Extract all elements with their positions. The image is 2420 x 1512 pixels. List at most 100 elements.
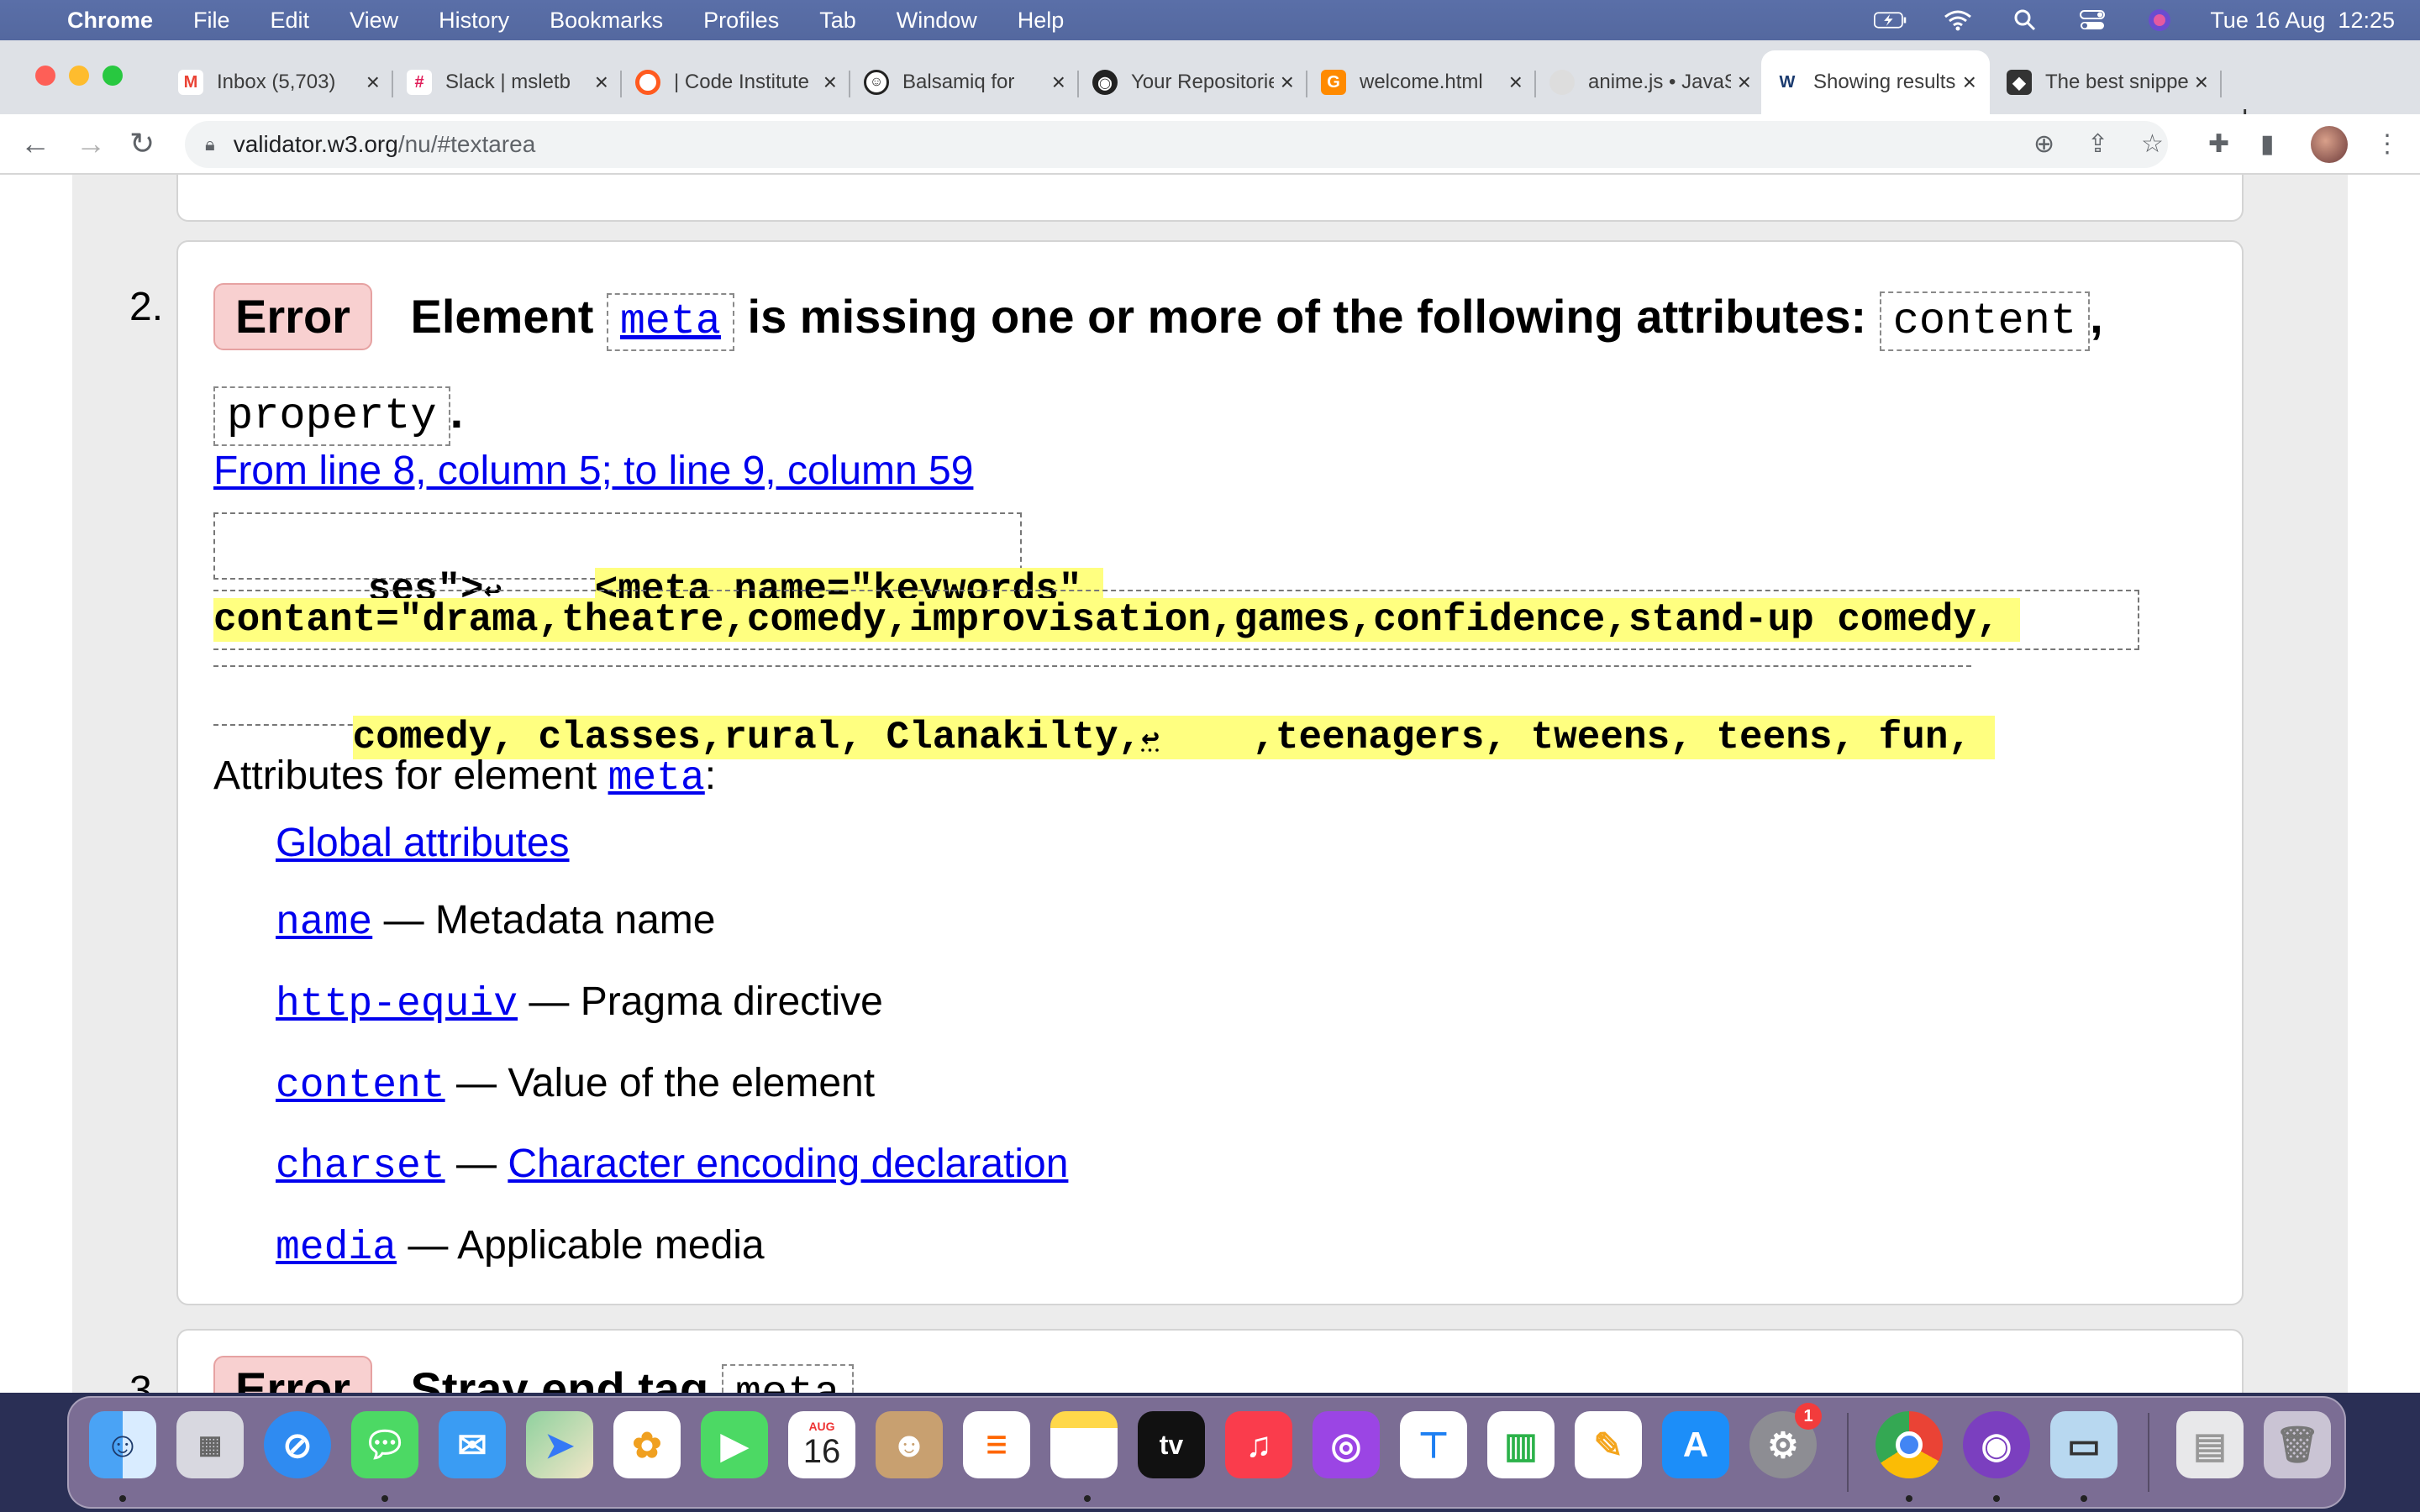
message-number: 3. [129,1368,164,1393]
forward-arrow-icon[interactable]: → [76,126,106,161]
zoom-window-button[interactable] [103,66,123,86]
global-attributes-link[interactable]: Global attributes [276,820,570,866]
close-tab-icon[interactable]: × [823,69,837,96]
tab-github[interactable]: ◉ Your Repositories × [1079,50,1307,114]
github-desktop-icon[interactable]: ◉ [1963,1411,2030,1478]
menu-bookmarks[interactable]: Bookmarks [550,8,663,34]
facetime-icon[interactable]: ▶ [701,1411,768,1478]
numbers-icon[interactable]: ▥ [1487,1411,1555,1478]
address-bar[interactable]: 🔒︎ validator.w3.org/nu/#textarea [185,121,2168,168]
tab-gitpod[interactable]: G welcome.html × [1307,50,1536,114]
attr-charset-link[interactable]: charset [276,1144,445,1189]
next-message-card: 3. Error Stray end tag meta [129,1329,2244,1393]
downloads-stack-icon[interactable]: ▤ [2176,1411,2244,1478]
mail-icon[interactable]: ✉ [439,1411,506,1478]
finder-icon[interactable]: ☺ [89,1411,156,1478]
tab-snippets[interactable]: ◆ The best snippets × [1993,50,2222,114]
keynote-icon[interactable]: ⊤ [1400,1411,1467,1478]
menu-tab[interactable]: Tab [819,8,856,34]
extensions-puzzle-icon[interactable]: ✚ [2208,129,2229,159]
bookmark-star-icon[interactable]: ☆ [2141,129,2164,159]
siri-icon[interactable] [2143,9,2176,31]
share-icon[interactable]: ⇪ [2087,129,2108,159]
apple-tv-icon[interactable]: tv [1138,1411,1205,1478]
close-tab-icon[interactable]: × [1963,69,1976,96]
attr-name-link[interactable]: name [276,900,372,946]
menu-file[interactable]: File [193,8,230,34]
side-panel-icon[interactable]: ▮ [2260,129,2275,159]
app-store-icon[interactable]: A [1662,1411,1729,1478]
notification-badge: 1 [1795,1403,1822,1430]
close-tab-icon[interactable]: × [595,69,608,96]
notes-icon[interactable] [1050,1411,1118,1478]
chrome-icon[interactable] [1876,1411,1943,1478]
spotlight-search-icon[interactable] [2008,9,2042,31]
tab-title: Slack | msletb [445,71,571,93]
close-tab-icon[interactable]: × [1509,69,1523,96]
wifi-icon[interactable] [1941,9,1975,31]
calendar-icon[interactable]: AUG 16 [788,1411,855,1478]
element-meta-link[interactable]: meta [606,293,734,351]
profile-avatar[interactable] [2311,126,2348,163]
tab-code-institute[interactable]: | Code Institute × [622,50,850,114]
control-center-icon[interactable] [2075,9,2109,31]
menu-help[interactable]: Help [1018,8,1065,34]
pages-icon[interactable]: ✎ [1575,1411,1642,1478]
messages-icon[interactable]: 💬︎ [351,1411,418,1478]
menu-clock[interactable]: Tue 16 Aug 12:25 [2210,8,2395,34]
menu-edit[interactable]: Edit [271,8,310,34]
error-badge: Error [213,283,372,350]
system-preferences-icon[interactable]: ⚙ 1 [1749,1403,1822,1478]
podcasts-icon[interactable]: ◎ [1313,1411,1380,1478]
menu-view[interactable]: View [350,8,398,34]
preview-icon[interactable]: ▭ [2050,1411,2118,1478]
message-text-a: Element [410,290,594,343]
tab-slack[interactable]: # Slack | msletb × [393,50,622,114]
reload-icon[interactable]: ↻ [129,126,155,161]
lock-icon[interactable]: 🔒︎ [205,134,215,155]
minimize-window-button[interactable] [69,66,89,86]
close-tab-icon[interactable]: × [366,69,380,96]
attributes-element-link[interactable]: meta [608,756,705,801]
photos-icon[interactable]: ✿ [613,1411,681,1478]
reminders-icon[interactable]: ☰ [963,1411,1030,1478]
chrome-menu-kebab-icon[interactable]: ⋮ [2375,129,2400,159]
tab-balsamiq[interactable]: ☺ Balsamiq for × [850,50,1079,114]
source-location-link[interactable]: From line 8, column 5; to line 9, column… [213,448,973,494]
tab-title: Balsamiq for [902,71,1015,93]
tab-validator-active[interactable]: W Showing results × [1761,50,1990,114]
launchpad-icon[interactable]: ▦ [176,1411,244,1478]
menu-history[interactable]: History [439,8,509,34]
attr-media-link[interactable]: media [276,1226,397,1271]
music-icon[interactable]: ♫ [1225,1411,1292,1478]
tab-gmail[interactable]: M Inbox (5,703) × [165,50,393,114]
trash-icon[interactable]: 🗑︎ [2264,1411,2331,1478]
tab-animejs[interactable]: anime.js • JavaScript × [1536,50,1765,114]
maps-icon[interactable]: ➤ [526,1411,593,1478]
menu-profiles[interactable]: Profiles [703,8,779,34]
next-message-text: Stray end tag [410,1362,709,1393]
calendar-month: AUG [808,1420,835,1433]
macos-menu-bar: Chrome File Edit View History Bookmarks … [0,0,2420,40]
running-indicator [381,1495,388,1502]
gmail-icon: M [178,70,203,95]
running-indicator [1084,1495,1091,1502]
attr-http-equiv-link[interactable]: http-equiv [276,982,518,1027]
menu-window[interactable]: Window [897,8,977,34]
safari-icon[interactable]: ⊘ [264,1411,331,1478]
attr-content-link[interactable]: content [276,1063,445,1109]
back-arrow-icon[interactable]: ← [20,126,50,161]
close-tab-icon[interactable]: × [2195,69,2208,96]
close-tab-icon[interactable]: × [1052,69,1065,96]
close-tab-icon[interactable]: × [1281,69,1294,96]
zoom-magnifier-icon[interactable]: ⊕ [2033,129,2054,159]
element-meta-code: meta [721,1364,854,1393]
battery-icon[interactable] [1874,9,1907,31]
close-window-button[interactable] [35,66,55,86]
close-tab-icon[interactable]: × [1738,69,1751,96]
contacts-icon[interactable]: ☻ [876,1411,943,1478]
character-encoding-link[interactable]: Character encoding declaration [508,1142,1068,1186]
error-badge: Error [213,1356,372,1393]
running-indicator [1906,1495,1912,1502]
menu-app-name[interactable]: Chrome [67,8,153,34]
